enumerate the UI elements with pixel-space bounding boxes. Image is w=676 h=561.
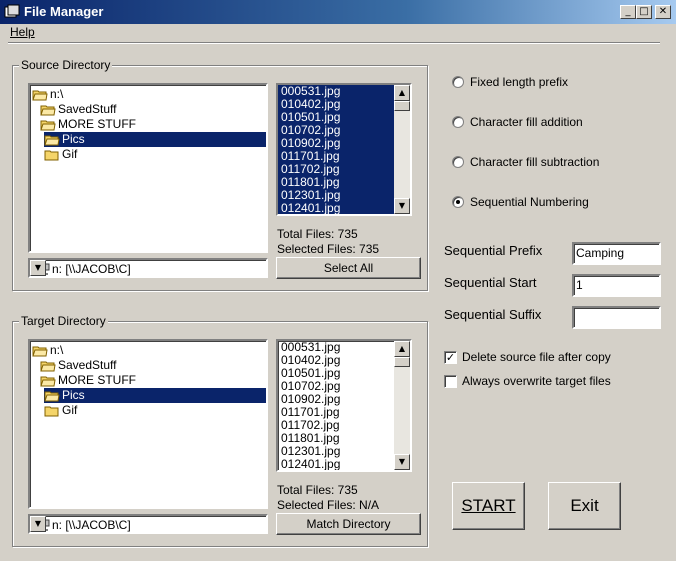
select-all-button[interactable]: Select All xyxy=(276,257,421,279)
folder-icon xyxy=(44,150,59,161)
rename-mode-option[interactable]: Fixed length prefix xyxy=(452,75,652,90)
menu-separator xyxy=(8,42,660,44)
target-selected-files: Selected Files: N/A xyxy=(277,498,380,512)
scroll-down-arrow-icon[interactable]: ▼ xyxy=(394,454,410,470)
tree-item-label: MORE STUFF xyxy=(58,373,136,387)
chevron-down-icon[interactable]: ▼ xyxy=(30,260,46,276)
radio-button[interactable] xyxy=(452,116,464,128)
source-folder-tree[interactable]: n:\ SavedStuff MORE STUFF Pics Gif xyxy=(28,83,268,253)
menu-help-label: Help xyxy=(10,25,35,39)
tree-item[interactable]: MORE STUFF xyxy=(40,373,136,388)
scroll-up-arrow-icon[interactable]: ▲ xyxy=(394,341,410,357)
radio-label: Character fill subtraction xyxy=(470,155,600,169)
sequential-start-input[interactable]: 1 xyxy=(572,274,661,297)
open-folder-icon xyxy=(32,90,48,101)
window-title: File Manager xyxy=(24,4,104,19)
open-folder-icon xyxy=(40,120,56,131)
tree-item-label: n:\ xyxy=(50,343,64,357)
minimize-button[interactable]: _ xyxy=(620,5,636,19)
sequential-suffix-label: Sequential Suffix xyxy=(444,307,542,322)
menu-bar xyxy=(0,24,676,42)
open-folder-icon xyxy=(44,391,60,402)
start-button[interactable]: START xyxy=(452,482,525,530)
exit-button-label: Exit xyxy=(570,496,599,515)
source-selected-files: Selected Files: 735 xyxy=(277,242,380,256)
source-drive-value: n: [\\JACOB\C] xyxy=(52,262,131,276)
target-folder-tree[interactable]: n:\ SavedStuff MORE STUFF Pics Gif xyxy=(28,339,268,509)
checkbox-label: Always overwrite target files xyxy=(462,374,611,388)
tree-item[interactable]: n:\ xyxy=(32,87,63,102)
target-file-list[interactable]: 000531.jpg 010402.jpg 010501.jpg 010702.jpg… xyxy=(276,339,412,472)
start-button-label: START xyxy=(461,496,516,515)
tree-item-label: SavedStuff xyxy=(58,358,117,372)
scroll-thumb[interactable] xyxy=(394,357,410,367)
radio-button[interactable] xyxy=(452,196,464,208)
checkbox[interactable] xyxy=(444,375,457,388)
tree-item[interactable]: n:\ xyxy=(32,343,63,358)
menu-help[interactable]: Help xyxy=(10,25,35,39)
sequential-prefix-label: Sequential Prefix xyxy=(444,243,543,258)
radio-label: Character fill addition xyxy=(470,115,583,129)
sequential-suffix-input[interactable] xyxy=(572,306,661,329)
open-folder-icon xyxy=(40,376,56,387)
radio-button[interactable] xyxy=(452,156,464,168)
tree-item[interactable]: Pics xyxy=(44,388,266,403)
scroll-down-arrow-icon[interactable]: ▼ xyxy=(394,198,410,214)
radio-label: Fixed length prefix xyxy=(470,75,569,89)
option-checkbox[interactable]: Always overwrite target files xyxy=(444,374,644,389)
folder-icon xyxy=(44,406,59,417)
rename-mode-option[interactable]: Character fill addition xyxy=(452,115,652,130)
source-total-files: Total Files: 735 xyxy=(277,227,358,241)
tree-item-label: Gif xyxy=(62,403,78,417)
sequential-start-label: Sequential Start xyxy=(444,275,537,290)
source-file-scrollbar[interactable]: ▲ ▼ xyxy=(394,85,410,214)
open-folder-icon xyxy=(40,105,56,116)
app-icon xyxy=(4,4,20,18)
close-button[interactable]: ✕ xyxy=(655,5,671,19)
sequential-prefix-input[interactable]: Camping xyxy=(572,242,661,265)
scroll-thumb[interactable] xyxy=(394,101,410,111)
source-directory-label: Source Directory xyxy=(19,58,113,72)
rename-mode-option[interactable]: Sequential Numbering xyxy=(452,195,652,210)
radio-label: Sequential Numbering xyxy=(470,195,589,209)
chevron-down-icon[interactable]: ▼ xyxy=(30,516,46,532)
checkbox[interactable]: ✓ xyxy=(444,351,457,364)
open-folder-icon xyxy=(44,135,60,146)
target-file-list-items[interactable]: 000531.jpg 010402.jpg 010501.jpg 010702.jpg… xyxy=(278,341,394,470)
match-directory-button[interactable]: Match Directory xyxy=(276,513,421,535)
file-item[interactable]: 012401.jpg xyxy=(278,458,394,471)
tree-item[interactable]: Gif xyxy=(44,147,77,162)
open-folder-icon xyxy=(40,361,56,372)
tree-item[interactable]: Gif xyxy=(44,403,77,418)
target-file-scrollbar[interactable]: ▲ ▼ xyxy=(394,341,410,470)
source-file-list-items[interactable]: 000531.jpg 010402.jpg 010501.jpg 010702.jpg… xyxy=(278,85,394,214)
target-drive-value: n: [\\JACOB\C] xyxy=(52,518,131,532)
tree-item-label: n:\ xyxy=(50,87,64,101)
open-folder-icon xyxy=(32,346,48,357)
file-item[interactable]: 012401.jpg xyxy=(278,202,394,215)
target-total-files: Total Files: 735 xyxy=(277,483,358,497)
radio-button[interactable] xyxy=(452,76,464,88)
rename-mode-option[interactable]: Character fill subtraction xyxy=(452,155,652,170)
tree-item[interactable]: Pics xyxy=(44,132,266,147)
scroll-up-arrow-icon[interactable]: ▲ xyxy=(394,85,410,101)
checkbox-label: Delete source file after copy xyxy=(462,350,611,364)
target-directory-label: Target Directory xyxy=(19,314,108,328)
maximize-button[interactable]: □ xyxy=(636,5,652,19)
target-drive-select[interactable]: n: [\\JACOB\C] ▼ xyxy=(28,514,268,534)
tree-item[interactable]: SavedStuff xyxy=(40,358,117,373)
exit-button[interactable]: Exit xyxy=(548,482,621,530)
option-checkbox[interactable]: ✓ Delete source file after copy xyxy=(444,350,644,365)
tree-item[interactable]: SavedStuff xyxy=(40,102,117,117)
tree-item-label: SavedStuff xyxy=(58,102,117,116)
tree-item-label: Gif xyxy=(62,147,78,161)
source-drive-select[interactable]: n: [\\JACOB\C] ▼ xyxy=(28,258,268,278)
tree-item-label: Pics xyxy=(62,388,85,402)
tree-item[interactable]: MORE STUFF xyxy=(40,117,136,132)
source-file-list[interactable]: 000531.jpg 010402.jpg 010501.jpg 010702.jpg… xyxy=(276,83,412,216)
tree-item-label: MORE STUFF xyxy=(58,117,136,131)
tree-item-label: Pics xyxy=(62,132,85,146)
